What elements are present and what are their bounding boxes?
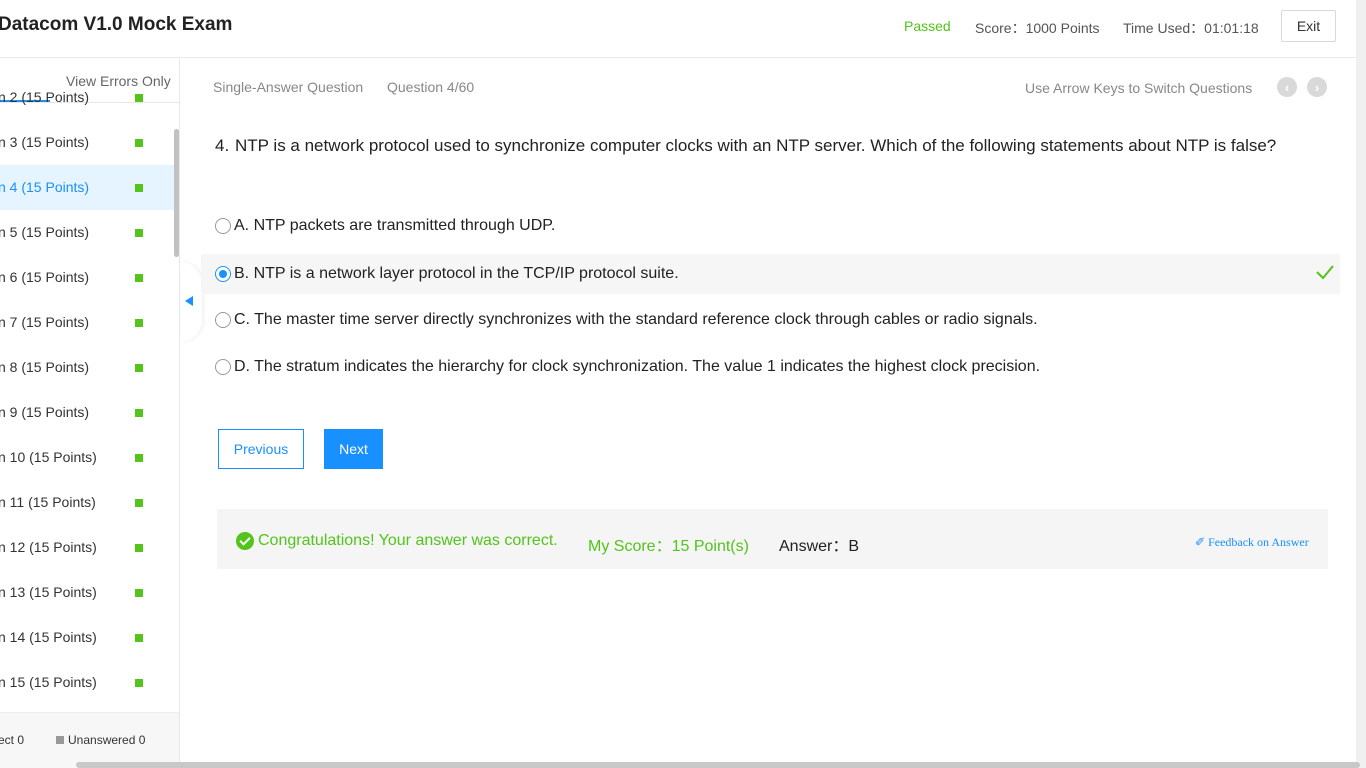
next-question-button[interactable]: › — [1307, 77, 1327, 97]
legend-unanswered-label: Unanswered 0 — [68, 733, 146, 747]
answered-square-icon — [135, 139, 143, 147]
next-button[interactable]: Next — [324, 429, 383, 469]
sidebar-question-label: n 13 (15 Points) — [0, 584, 97, 600]
previous-button[interactable]: Previous — [218, 429, 304, 469]
legend-correct: ect 0 — [0, 733, 25, 747]
question-list: n 2 (15 Points) n 3 (15 Points) n 4 (15 Po… — [0, 89, 174, 705]
chevron-left-icon: ‹ — [1284, 79, 1290, 95]
sidebar-question-item[interactable]: n 15 (15 Points) — [0, 660, 174, 705]
answered-square-icon — [135, 364, 143, 372]
answered-square-icon — [135, 679, 143, 687]
status-badge: Passed — [904, 18, 951, 34]
legend-unanswered: Unanswered 0 — [56, 733, 145, 747]
radio-c[interactable] — [215, 312, 231, 328]
sidebar-question-item[interactable]: n 14 (15 Points) — [0, 615, 174, 660]
sidebar-legend: ect 0 Unanswered 0 — [0, 712, 179, 768]
sidebar-question-item[interactable]: n 5 (15 Points) — [0, 210, 174, 255]
sidebar-question-label: n 6 (15 Points) — [0, 269, 90, 285]
option-b-text: B. NTP is a network layer protocol in th… — [234, 265, 679, 282]
collapse-sidebar-toggle[interactable] — [180, 262, 202, 342]
answered-square-icon — [135, 499, 143, 507]
chevron-right-icon: › — [1314, 79, 1320, 95]
sidebar-question-label: n 4 (15 Points) — [0, 179, 90, 195]
correct-check-icon — [1316, 265, 1334, 280]
time-used: Time Used：01:01:18 — [1123, 20, 1259, 36]
total-score: Score：1000 Points — [975, 20, 1100, 36]
radio-d[interactable] — [215, 359, 231, 375]
answered-square-icon — [135, 184, 143, 192]
sidebar-question-item[interactable]: n 11 (15 Points) — [0, 480, 174, 525]
option-c[interactable]: C. The master time server directly synch… — [213, 300, 1340, 340]
sidebar-question-label: n 7 (15 Points) — [0, 314, 90, 330]
answered-square-icon — [135, 454, 143, 462]
answered-square-icon — [135, 274, 143, 282]
sidebar-question-item[interactable]: n 2 (15 Points) — [0, 75, 174, 120]
sidebar-question-item[interactable]: n 7 (15 Points) — [0, 300, 174, 345]
feedback-label: Feedback on Answer — [1208, 535, 1309, 549]
answered-square-icon — [135, 319, 143, 327]
option-d[interactable]: D. The stratum indicates the hierarchy f… — [213, 347, 1340, 387]
sidebar-question-label: n 9 (15 Points) — [0, 404, 90, 420]
answered-square-icon — [135, 634, 143, 642]
question-type: Single-Answer Question — [213, 79, 364, 95]
correct-answer: Answer：B — [779, 538, 860, 555]
my-score: My Score：15 Point(s) — [588, 538, 749, 555]
radio-a[interactable] — [215, 218, 231, 234]
result-message: Congratulations! Your answer was correct… — [258, 532, 558, 549]
sidebar-question-item[interactable]: n 13 (15 Points) — [0, 570, 174, 615]
answered-square-icon — [135, 409, 143, 417]
answered-square-icon — [135, 229, 143, 237]
question-sidebar: View Errors Only n 2 (15 Points) n 3 (15 … — [0, 59, 180, 768]
app-title: Datacom V1.0 Mock Exam — [0, 14, 233, 35]
edit-icon: ✐ — [1195, 535, 1206, 549]
option-c-text: C. The master time server directly synch… — [234, 311, 1038, 328]
sidebar-question-item[interactable]: n 4 (15 Points) — [0, 165, 174, 210]
option-a[interactable]: A. NTP packets are transmitted through U… — [213, 206, 1340, 246]
unanswered-square-icon — [56, 736, 64, 744]
answered-square-icon — [135, 94, 143, 102]
sidebar-question-item[interactable]: n 9 (15 Points) — [0, 390, 174, 435]
sidebar-question-label: n 3 (15 Points) — [0, 134, 90, 150]
option-a-text: A. NTP packets are transmitted through U… — [234, 217, 556, 234]
answered-square-icon — [135, 544, 143, 552]
sidebar-question-item[interactable]: n 6 (15 Points) — [0, 255, 174, 300]
question-number: 4. — [215, 136, 230, 155]
question-counter: Question 4/60 — [387, 79, 475, 95]
sidebar-question-item[interactable]: n 8 (15 Points) — [0, 345, 174, 390]
sidebar-question-item[interactable]: n 3 (15 Points) — [0, 120, 174, 165]
prev-question-button[interactable]: ‹ — [1277, 77, 1297, 97]
sidebar-question-label: n 8 (15 Points) — [0, 359, 90, 375]
sidebar-question-label: n 10 (15 Points) — [0, 449, 97, 465]
option-d-text: D. The stratum indicates the hierarchy f… — [234, 358, 1041, 375]
sidebar-question-label: n 15 (15 Points) — [0, 674, 97, 690]
question-body: NTP is a network protocol used to synchr… — [235, 136, 1277, 155]
answer-result-panel: Congratulations! Your answer was correct… — [217, 509, 1328, 569]
sidebar-question-label: n 12 (15 Points) — [0, 539, 97, 555]
feedback-link[interactable]: ✐ Feedback on Answer — [1195, 535, 1309, 550]
question-text: 4. NTP is a network protocol used to syn… — [213, 131, 1323, 160]
sidebar-question-item[interactable]: n 12 (15 Points) — [0, 525, 174, 570]
answered-square-icon — [135, 589, 143, 597]
sidebar-question-label: n 2 (15 Points) — [0, 89, 90, 105]
sidebar-question-label: n 14 (15 Points) — [0, 629, 97, 645]
sidebar-scrollbar[interactable] — [174, 129, 179, 257]
keyboard-hint: Use Arrow Keys to Switch Questions — [1025, 80, 1253, 96]
radio-b[interactable] — [215, 266, 231, 282]
exit-button[interactable]: Exit — [1281, 10, 1336, 42]
sidebar-question-label: n 5 (15 Points) — [0, 224, 90, 240]
check-circle-icon — [236, 532, 254, 550]
header-bar: Datacom V1.0 Mock Exam Passed Score：1000… — [0, 0, 1356, 58]
sidebar-question-label: n 11 (15 Points) — [0, 494, 96, 510]
caret-left-icon — [185, 296, 193, 306]
option-b[interactable]: B. NTP is a network layer protocol in th… — [201, 254, 1340, 294]
horizontal-scrollbar[interactable] — [76, 762, 1360, 768]
window-scrollbar-gutter — [1356, 0, 1366, 768]
sidebar-question-item[interactable]: n 10 (15 Points) — [0, 435, 174, 480]
